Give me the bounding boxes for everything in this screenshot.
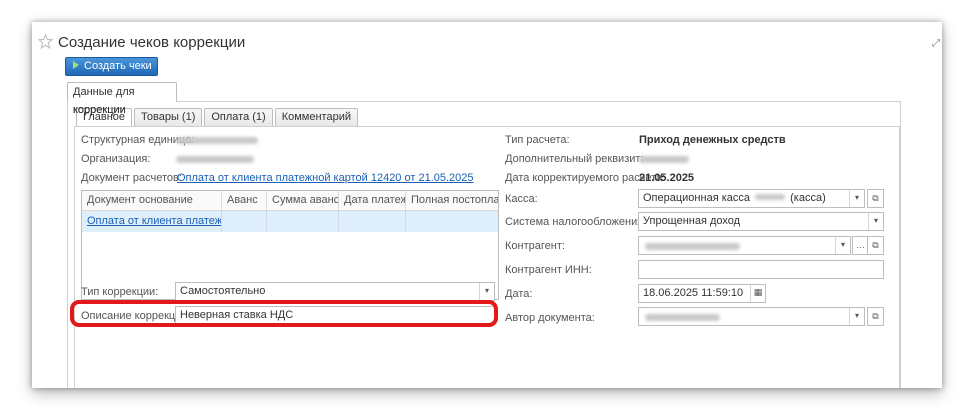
contractor-label: Контрагент: bbox=[505, 240, 565, 252]
dropdown-arrow-icon[interactable]: ▾ bbox=[868, 213, 883, 230]
tab-goods[interactable]: Товары (1) bbox=[134, 108, 203, 127]
author-select[interactable]: ▾ bbox=[638, 307, 865, 326]
open-author-icon[interactable]: ⧉ bbox=[867, 307, 884, 326]
dropdown-arrow-icon[interactable]: ▾ bbox=[849, 190, 864, 207]
table-header: Документ основание Аванс Сумма аванса Да… bbox=[82, 191, 498, 211]
calc-type-value: Приход денежных средств bbox=[639, 134, 786, 146]
play-icon bbox=[73, 61, 79, 70]
calc-type-label: Тип расчета: bbox=[505, 134, 570, 146]
red-highlight-frame bbox=[70, 300, 498, 327]
document-label: Документ расчетов: bbox=[81, 172, 182, 184]
col-advance-sum[interactable]: Сумма аванса bbox=[267, 191, 339, 210]
contractor-value-blurred bbox=[645, 243, 740, 250]
contractor-inn-input[interactable] bbox=[638, 260, 884, 279]
expand-icon[interactable]: ⤢ bbox=[932, 38, 940, 49]
window-title: Создание чеков коррекции bbox=[58, 34, 246, 51]
organization-label: Организация: bbox=[81, 153, 151, 165]
tab-payment[interactable]: Оплата (1) bbox=[204, 108, 273, 127]
cell-payment-date bbox=[339, 211, 406, 232]
cell-advance-sum bbox=[267, 211, 339, 232]
table-row[interactable]: Оплата от клиента платежн... bbox=[82, 211, 498, 232]
dropdown-arrow-icon[interactable]: ▾ bbox=[835, 237, 850, 254]
date-input[interactable]: 18.06.2025 11:59:10 ▦ bbox=[638, 284, 766, 303]
extra-attribute-label: Дополнительный реквизит: bbox=[505, 153, 644, 165]
contractor-inn-label: Контрагент ИНН: bbox=[505, 264, 592, 276]
col-base-document[interactable]: Документ основание bbox=[82, 191, 222, 210]
author-label: Автор документа: bbox=[505, 312, 595, 324]
col-advance[interactable]: Аванс bbox=[222, 191, 267, 210]
col-full-postpay[interactable]: Полная постоплата bbox=[406, 191, 498, 210]
favorite-star-icon[interactable] bbox=[38, 34, 53, 49]
date-label: Дата: bbox=[505, 288, 533, 300]
dropdown-arrow-icon[interactable]: ▾ bbox=[479, 283, 494, 300]
create-receipts-button[interactable]: Создать чеки bbox=[65, 57, 158, 76]
kassa-name-blurred bbox=[755, 194, 786, 200]
tab-correction-data-header[interactable]: Данные для коррекции bbox=[67, 82, 177, 116]
cell-base-document[interactable]: Оплата от клиента платежн... bbox=[82, 211, 222, 232]
tax-system-label: Система налогообложения: bbox=[505, 216, 647, 228]
open-kassa-icon[interactable]: ⧉ bbox=[867, 189, 884, 208]
kassa-select[interactable]: Операционная касса (касса) ▾ bbox=[638, 189, 865, 208]
author-value-blurred bbox=[645, 314, 720, 321]
tab-comment[interactable]: Комментарий bbox=[274, 108, 359, 127]
organization-value-blurred bbox=[176, 156, 254, 163]
tax-system-select[interactable]: Упрощенная доход ▾ bbox=[638, 212, 884, 231]
kassa-label: Касса: bbox=[505, 193, 538, 205]
unit-value-blurred bbox=[176, 137, 258, 144]
open-contractor-icon[interactable]: ⧉ bbox=[867, 236, 884, 255]
correction-type-select[interactable]: Самостоятельно ▾ bbox=[175, 282, 495, 301]
cell-advance bbox=[222, 211, 267, 232]
calendar-icon[interactable]: ▦ bbox=[750, 285, 765, 302]
cell-full-postpay bbox=[406, 211, 498, 232]
contractor-select[interactable]: ▾ bbox=[638, 236, 851, 255]
col-payment-date[interactable]: Дата платежа bbox=[339, 191, 406, 210]
corrected-date-value: 21.05.2025 bbox=[639, 172, 695, 184]
extra-attribute-value-blurred bbox=[639, 156, 689, 163]
correction-type-label: Тип коррекции: bbox=[81, 286, 159, 298]
document-link[interactable]: Оплата от клиента платежной картой 12420… bbox=[177, 172, 474, 184]
dropdown-arrow-icon[interactable]: ▾ bbox=[849, 308, 864, 325]
